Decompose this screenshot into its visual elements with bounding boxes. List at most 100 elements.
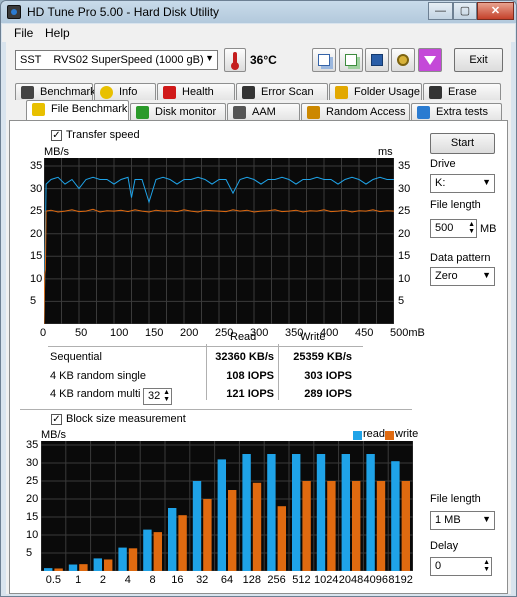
exit-button[interactable]: Exit bbox=[454, 48, 503, 72]
bar-read bbox=[391, 461, 400, 571]
x-tick: 50 bbox=[75, 327, 88, 339]
queue-depth-stepper[interactable]: 32 ▲ ▼ bbox=[143, 388, 172, 405]
legend-read-label: read bbox=[363, 428, 386, 440]
tab-file-benchmark[interactable]: File Benchmark bbox=[26, 100, 129, 120]
y-tick-left: 20 bbox=[30, 227, 43, 240]
start-button[interactable]: Start bbox=[430, 133, 495, 154]
info-icon bbox=[100, 86, 113, 99]
y-tick-right: 15 bbox=[398, 250, 411, 263]
tab-info[interactable]: Info bbox=[94, 83, 156, 100]
bar-read bbox=[143, 529, 152, 571]
copy-text-button[interactable] bbox=[312, 48, 336, 72]
down-arrow-icon bbox=[424, 56, 436, 65]
block-x-tick: 1 bbox=[75, 574, 82, 586]
bar-read bbox=[217, 459, 226, 571]
stepper-arrows-icon: ▲ ▼ bbox=[468, 221, 475, 235]
tab-disk-monitor[interactable]: Disk monitor bbox=[130, 103, 226, 120]
bar-write bbox=[54, 568, 63, 571]
menu-file[interactable]: File bbox=[14, 26, 33, 40]
result-write: 289 IOPS bbox=[304, 388, 352, 400]
bar-read bbox=[316, 454, 326, 571]
block-size-label: Block size measurement bbox=[66, 413, 186, 425]
eraser-icon bbox=[429, 86, 442, 99]
gears-icon bbox=[397, 54, 409, 66]
stepper-arrows-icon: ▲ ▼ bbox=[163, 389, 170, 403]
file-length-value: 500 bbox=[435, 222, 454, 234]
close-button[interactable]: ✕ bbox=[477, 2, 514, 20]
copy-icon bbox=[318, 54, 330, 66]
delay-input[interactable]: 0 ▲ ▼ bbox=[430, 557, 492, 576]
result-label: 4 KB random multi bbox=[50, 388, 141, 400]
block-x-tick: 8192 bbox=[388, 574, 413, 586]
bar-read bbox=[168, 508, 177, 571]
tab-random-access[interactable]: Random Access bbox=[301, 103, 410, 120]
results-header-line bbox=[48, 346, 363, 347]
tab-aam[interactable]: AAM bbox=[227, 103, 300, 120]
save-button[interactable] bbox=[365, 48, 389, 72]
tab-label: Random Access bbox=[326, 106, 406, 118]
bar-read bbox=[267, 454, 276, 571]
block-x-tick: 8 bbox=[149, 574, 156, 586]
bar-read bbox=[44, 568, 53, 571]
menu-help[interactable]: Help bbox=[45, 26, 70, 40]
bar-write bbox=[352, 481, 361, 571]
bar-write bbox=[128, 548, 138, 571]
toolbar: SST RVS02 SuperSpeed (1000 gB) ▼ 36°C Exi… bbox=[6, 42, 511, 78]
speaker-icon bbox=[21, 86, 34, 99]
x-tick: 150 bbox=[145, 327, 164, 339]
window-title: HD Tune Pro 5.00 - Hard Disk Utility bbox=[27, 5, 220, 19]
tab-label: Info bbox=[119, 86, 138, 98]
block-file-length-select[interactable]: 1 MB ▼ bbox=[430, 511, 495, 530]
block-size-chart bbox=[41, 441, 413, 571]
result-read: 32360 KB/s bbox=[215, 351, 274, 363]
y-tick-left: 25 bbox=[30, 205, 43, 218]
x-tick: 350 bbox=[285, 327, 304, 339]
result-write: 303 IOPS bbox=[304, 370, 352, 382]
bar-read bbox=[366, 454, 375, 571]
x-tick: 400 bbox=[320, 327, 339, 339]
maximize-button[interactable]: ▢ bbox=[453, 2, 477, 20]
legend-write-swatch bbox=[385, 431, 394, 440]
drive-select[interactable]: SST RVS02 SuperSpeed (1000 gB) ▼ bbox=[15, 50, 218, 70]
delay-label: Delay bbox=[430, 540, 459, 552]
bar-write bbox=[153, 532, 162, 571]
block-size-checkbox[interactable]: ✓ bbox=[51, 414, 62, 425]
section-divider bbox=[20, 409, 412, 410]
bar-read bbox=[242, 454, 251, 571]
x-tick: 200 bbox=[180, 327, 199, 339]
block-y-tick: 10 bbox=[26, 529, 39, 541]
block-y-tick: 15 bbox=[26, 511, 39, 523]
block-x-tick: 16 bbox=[171, 574, 184, 586]
tab-extra-tests[interactable]: Extra tests bbox=[411, 103, 502, 120]
options-button[interactable] bbox=[391, 48, 415, 72]
block-x-tick: 4096 bbox=[363, 574, 389, 586]
tab-error-scan[interactable]: Error Scan bbox=[236, 83, 328, 100]
block-x-tick: 512 bbox=[292, 574, 311, 586]
y-tick-left: 30 bbox=[30, 182, 43, 195]
tab-health[interactable]: Health bbox=[157, 83, 235, 100]
x-tick: 450 bbox=[355, 327, 374, 339]
copy-screenshot-button[interactable] bbox=[339, 48, 363, 72]
x-tick: 250 bbox=[215, 327, 234, 339]
drive-letter-select[interactable]: K: ▼ bbox=[430, 174, 495, 193]
minimize-button[interactable]: — bbox=[428, 2, 453, 20]
data-pattern-select[interactable]: Zero ▼ bbox=[430, 267, 495, 286]
file-length-input[interactable]: 500 ▲ ▼ bbox=[430, 219, 477, 238]
tab-folder-usage[interactable]: Folder Usage bbox=[329, 83, 422, 100]
results-divider-2 bbox=[278, 344, 279, 400]
bar-write bbox=[104, 559, 113, 571]
bar-read bbox=[68, 564, 78, 571]
y-tick-right: 25 bbox=[398, 205, 411, 218]
y-tick-left: 10 bbox=[30, 272, 43, 285]
bar-write bbox=[203, 499, 212, 571]
tab-erase[interactable]: Erase bbox=[423, 83, 501, 100]
drive-label: Drive bbox=[430, 158, 456, 170]
file-length-label: File length bbox=[430, 199, 481, 211]
tab-benchmark[interactable]: Benchmark bbox=[15, 83, 96, 100]
title-bar[interactable]: HD Tune Pro 5.00 - Hard Disk Utility — ▢… bbox=[1, 1, 516, 23]
app-icon bbox=[7, 5, 21, 19]
result-label: 4 KB random single bbox=[50, 370, 146, 382]
download-button[interactable] bbox=[418, 48, 442, 72]
chevron-down-icon: ▼ bbox=[482, 177, 491, 187]
transfer-speed-checkbox[interactable]: ✓ bbox=[51, 130, 62, 141]
